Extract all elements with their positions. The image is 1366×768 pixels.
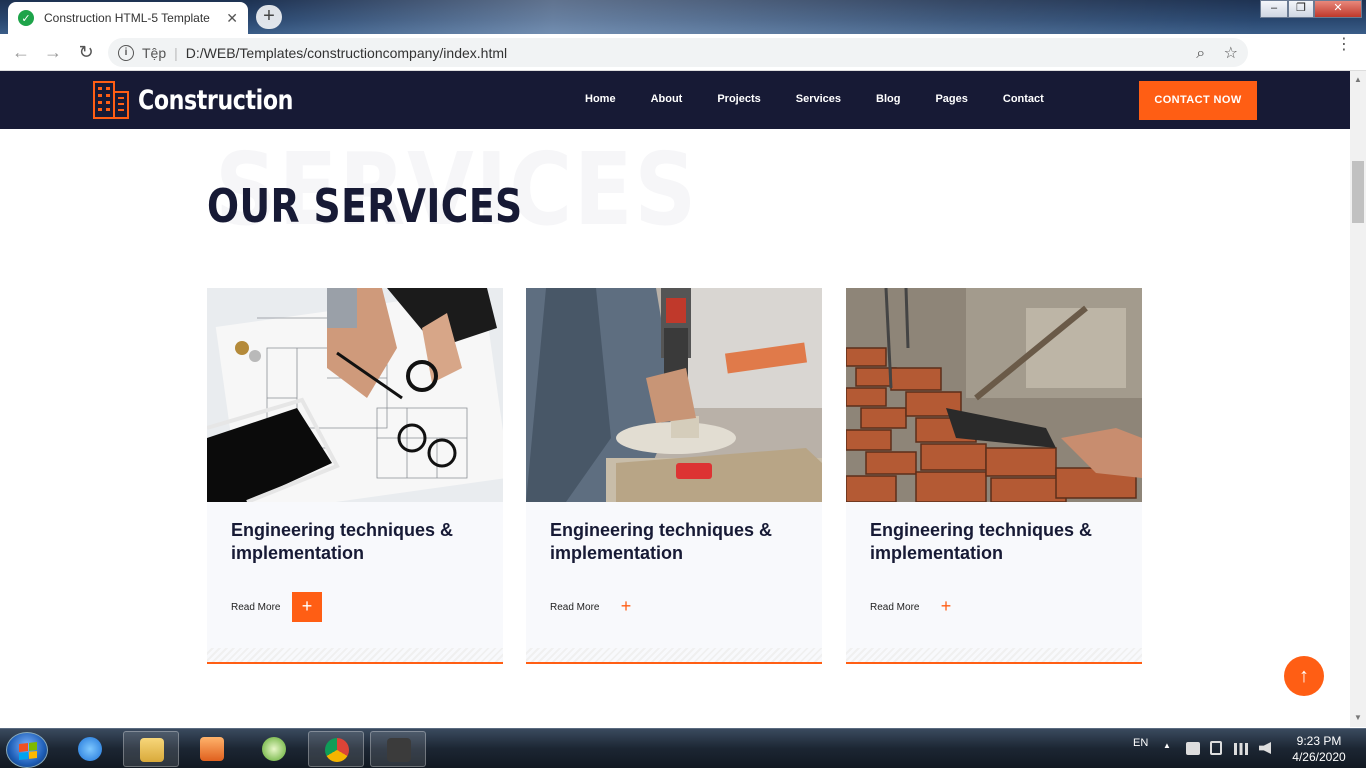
media-player-icon: [200, 737, 224, 761]
address-separator: |: [174, 44, 178, 61]
scrollbar-thumb[interactable]: [1352, 161, 1364, 223]
network-signal-icon[interactable]: [1234, 743, 1248, 755]
nav-contact[interactable]: Contact: [1003, 93, 1044, 105]
tray-expand-icon[interactable]: ▲: [1163, 741, 1171, 750]
card-accent-line: [526, 662, 822, 664]
folder-icon: [140, 738, 164, 762]
language-indicator[interactable]: EN: [1133, 737, 1148, 749]
start-button[interactable]: [6, 732, 48, 768]
close-window-button[interactable]: ✕: [1314, 0, 1362, 18]
nav-about[interactable]: About: [651, 93, 683, 105]
building-logo-icon: [93, 81, 129, 119]
clock-date: 4/26/2020: [1292, 750, 1346, 764]
card-title[interactable]: Engineering techniques & implementation: [550, 519, 800, 565]
omnibox-actions: ⌕ ☆: [1196, 43, 1238, 63]
taskbar-sublime-text[interactable]: [370, 731, 426, 767]
card-title[interactable]: Engineering techniques & implementation: [870, 519, 1120, 565]
power-drill-worker-photo: [526, 288, 822, 502]
site-logo[interactable]: Construction: [92, 80, 327, 120]
tab-close-icon[interactable]: ✕: [226, 10, 238, 27]
read-more-link[interactable]: Read More: [870, 602, 919, 613]
nav-projects[interactable]: Projects: [717, 93, 760, 105]
zoom-icon[interactable]: ⌕: [1196, 45, 1205, 62]
taskbar-internet-explorer[interactable]: [62, 731, 118, 767]
section-title: OUR SERVICES: [207, 179, 523, 233]
browser-tab[interactable]: ✓ Construction HTML-5 Template ✕: [8, 2, 248, 34]
green-app-icon: [262, 737, 286, 761]
page-viewport: Construction Home About Projects Service…: [0, 71, 1350, 727]
taskbar-file-explorer[interactable]: [123, 731, 179, 767]
brand-name: Construction: [138, 84, 294, 116]
maximize-button[interactable]: ❐: [1288, 0, 1314, 18]
info-icon[interactable]: i: [118, 44, 134, 61]
clock-time: 9:23 PM: [1296, 734, 1342, 748]
read-more-link[interactable]: Read More: [550, 602, 599, 613]
contact-now-button[interactable]: CONTACT NOW: [1139, 81, 1257, 120]
scheme-label: Tệp: [142, 44, 167, 61]
bookmark-star-icon[interactable]: ☆: [1224, 45, 1238, 62]
blueprint-planning-photo: [207, 288, 503, 502]
minimize-button[interactable]: –: [1260, 0, 1288, 18]
service-card: Engineering techniques & implementation …: [526, 288, 822, 664]
browser-tabstrip: ✓ Construction HTML-5 Template ✕ + – ❐ ✕: [0, 0, 1366, 34]
taskbar-app-green[interactable]: [246, 731, 302, 767]
volume-icon[interactable]: [1259, 742, 1271, 754]
windows-logo-icon: [19, 742, 37, 760]
card-stripe: [846, 648, 1142, 662]
window-glass: [250, 0, 1260, 34]
card-accent-line: [207, 662, 503, 664]
taskbar-media-player[interactable]: [184, 731, 240, 767]
chrome-icon: [325, 738, 349, 762]
device-icon[interactable]: [1210, 741, 1222, 755]
reload-button[interactable]: ↻: [75, 42, 97, 63]
card-title[interactable]: Engineering techniques & implementation: [231, 519, 481, 565]
plus-icon[interactable]: +: [292, 592, 322, 622]
nav-services[interactable]: Services: [796, 93, 841, 105]
action-center-flag-icon[interactable]: [1186, 742, 1200, 755]
os-taskbar: EN ▲ 9:23 PM 4/26/2020: [0, 728, 1366, 768]
url-text[interactable]: D:/WEB/Templates/constructioncompany/ind…: [186, 45, 507, 61]
sublime-text-icon: [387, 738, 411, 762]
service-card: Engineering techniques & implementation …: [846, 288, 1142, 664]
nav-pages[interactable]: Pages: [935, 93, 967, 105]
browser-menu-icon[interactable]: ⋮: [1336, 37, 1352, 53]
site-header: Construction Home About Projects Service…: [0, 71, 1350, 129]
check-favicon-icon: ✓: [18, 10, 34, 26]
back-button[interactable]: ←: [10, 42, 32, 63]
scroll-down-arrow-icon[interactable]: ▼: [1354, 713, 1362, 722]
nav-home[interactable]: Home: [585, 93, 616, 105]
plus-icon[interactable]: +: [931, 592, 961, 622]
internet-explorer-icon: [78, 737, 102, 761]
card-accent-line: [846, 662, 1142, 664]
bricklaying-wall-photo: [846, 288, 1142, 502]
card-stripe: [207, 648, 503, 662]
plus-icon[interactable]: +: [611, 592, 641, 622]
nav-blog[interactable]: Blog: [876, 93, 900, 105]
scroll-up-arrow-icon[interactable]: ▲: [1354, 75, 1362, 84]
main-nav: Home About Projects Services Blog Pages …: [585, 93, 1079, 105]
browser-toolbar: ← → ↻ i Tệp | D:/WEB/Templates/construct…: [0, 34, 1366, 95]
service-card: Engineering techniques & implementation …: [207, 288, 503, 664]
address-bar[interactable]: i Tệp | D:/WEB/Templates/constructioncom…: [108, 38, 1248, 67]
scroll-to-top-button[interactable]: ↑: [1284, 656, 1324, 696]
taskbar-chrome[interactable]: [308, 731, 364, 767]
new-tab-button[interactable]: +: [256, 5, 282, 29]
tab-title: Construction HTML-5 Template: [44, 11, 210, 25]
card-stripe: [526, 648, 822, 662]
page-scrollbar[interactable]: ▲ ▼: [1350, 71, 1366, 727]
forward-button[interactable]: →: [42, 42, 64, 63]
system-clock[interactable]: 9:23 PM 4/26/2020: [1284, 733, 1354, 765]
read-more-link[interactable]: Read More: [231, 602, 280, 613]
